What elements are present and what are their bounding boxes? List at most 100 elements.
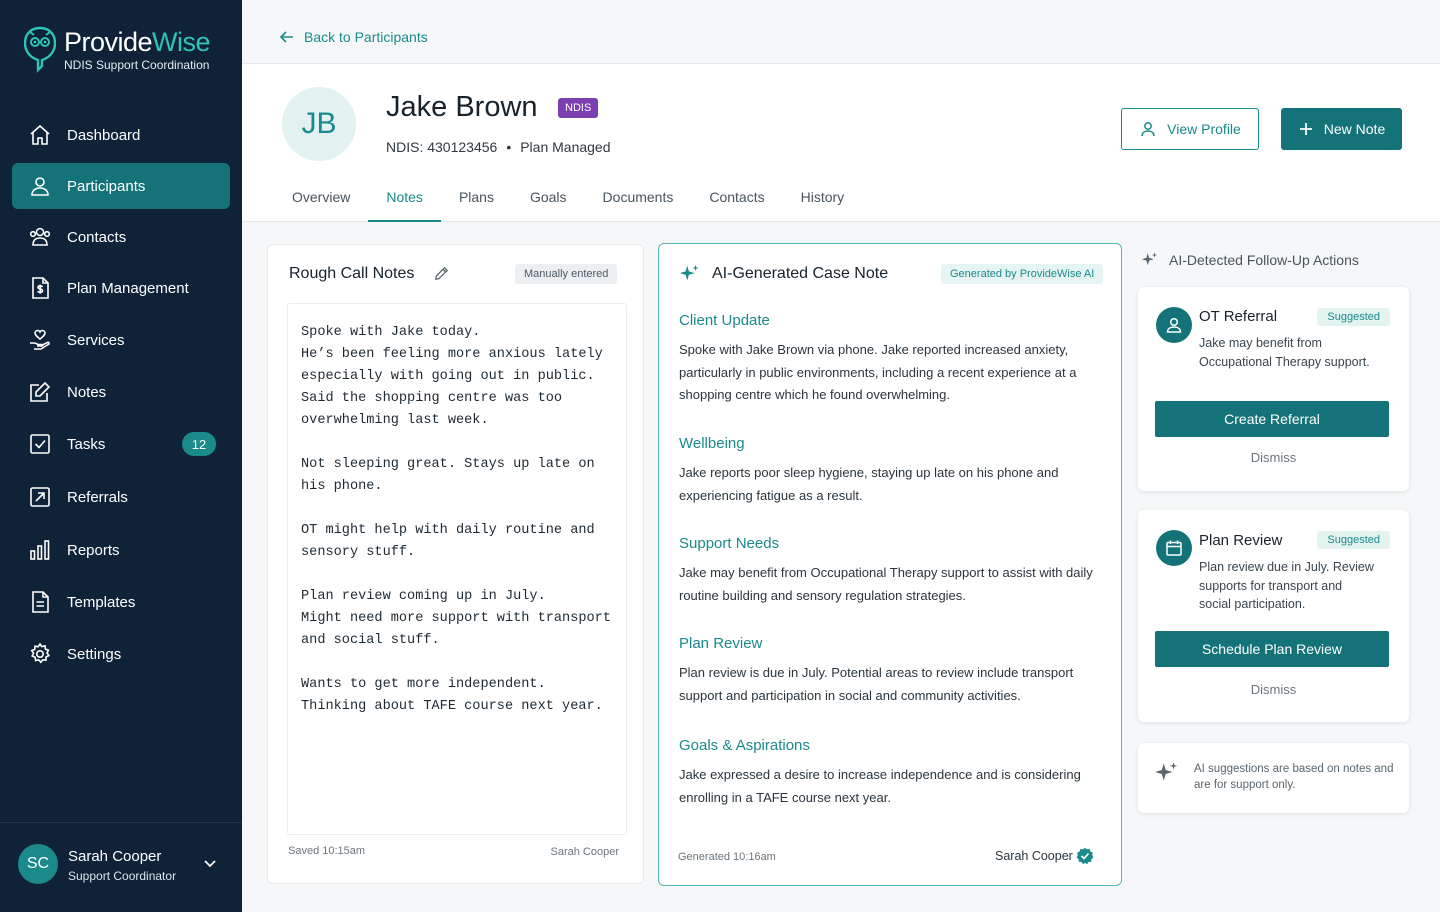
participant-header: JB Jake Brown NDIS NDIS: 430123456 • Plan … <box>242 64 1440 222</box>
edit-note-icon <box>28 380 52 404</box>
sidebar-item-referrals[interactable]: Referrals <box>12 474 230 520</box>
ai-note-author: Sarah Cooper <box>995 849 1073 863</box>
tab-goals[interactable]: Goals <box>512 184 585 222</box>
top-bar: Back to Participants <box>242 0 1440 64</box>
section-wellbeing: Wellbeing Jake reports poor sleep hygien… <box>679 435 1099 507</box>
followup-title: AI-Detected Follow-Up Actions <box>1169 252 1359 268</box>
user-role: Support Coordinator <box>68 869 177 883</box>
sidebar-item-label: Reports <box>67 541 120 559</box>
sidebar-item-label: Referrals <box>67 488 128 506</box>
plus-icon <box>1299 123 1312 135</box>
suggested-chip: Suggested <box>1317 531 1390 549</box>
section-heading: Support Needs <box>679 535 780 552</box>
ndis-badge: NDIS <box>558 98 599 118</box>
user-icon <box>1141 122 1155 137</box>
sidebar-item-label: Participants <box>67 177 146 195</box>
ai-disclaimer-text: AI suggestions are based on notes and ar… <box>1194 763 1394 791</box>
section-body: Jake reports poor sleep hygiene, staying… <box>679 465 1059 503</box>
sidebar: ProvideWise NDIS Support Coordination Da… <box>0 0 242 912</box>
rough-notes-textarea[interactable]: Spoke with Jake today. He’s been feeling… <box>287 303 627 835</box>
gear-icon <box>28 642 52 666</box>
tab-history[interactable]: History <box>783 184 863 222</box>
tab-overview[interactable]: Overview <box>274 184 368 222</box>
dismiss-button[interactable]: Dismiss <box>1138 450 1409 465</box>
participant-name: Jake Brown <box>386 91 538 123</box>
schedule-plan-review-button[interactable]: Schedule Plan Review <box>1155 631 1389 667</box>
action-description: Plan review due in July. Review supports… <box>1199 560 1374 611</box>
manually-entered-chip: Manually entered <box>515 264 618 284</box>
ai-case-note-card: AI-Generated Case Note Generated by Prov… <box>658 243 1122 886</box>
sparkle-icon <box>1141 252 1158 266</box>
user-icon <box>1156 307 1192 343</box>
meta-separator: • <box>506 139 512 155</box>
user-icon <box>28 174 52 198</box>
sidebar-item-notes[interactable]: Notes <box>12 369 230 415</box>
section-heading: Client Update <box>679 312 770 329</box>
brand-subtitle: NDIS Support Coordination <box>64 58 210 73</box>
rough-notes-text: Spoke with Jake today. He’s been feeling… <box>301 325 611 714</box>
sidebar-item-services[interactable]: Services <box>12 317 230 363</box>
ai-note-title: AI-Generated Case Note <box>712 265 889 282</box>
pencil-icon[interactable] <box>434 266 449 281</box>
sidebar-item-tasks[interactable]: Tasks 12 <box>12 421 230 467</box>
sidebar-item-dashboard[interactable]: Dashboard <box>12 112 230 158</box>
ndis-number: NDIS: 430123456 <box>386 139 498 155</box>
dismiss-button[interactable]: Dismiss <box>1138 682 1409 697</box>
plan-review-card: Plan Review Suggested Plan review due in… <box>1138 510 1409 722</box>
view-profile-button[interactable]: View Profile <box>1121 108 1259 150</box>
sidebar-item-label: Tasks <box>67 435 106 453</box>
sidebar-item-settings[interactable]: Settings <box>12 631 230 677</box>
rough-notes-title: Rough Call Notes <box>289 265 415 282</box>
section-goals-aspirations: Goals & Aspirations Jake expressed a des… <box>679 737 1099 809</box>
section-heading: Wellbeing <box>679 435 745 452</box>
section-body: Jake expressed a desire to increase inde… <box>679 767 1081 805</box>
chevron-down-icon[interactable] <box>200 853 220 873</box>
arrow-left-icon <box>279 31 293 43</box>
generated-timestamp: Generated 10:16am <box>678 851 776 863</box>
view-profile-label: View Profile <box>1167 121 1241 137</box>
sidebar-item-label: Contacts <box>67 228 127 246</box>
new-note-label: New Note <box>1323 121 1386 137</box>
plan-type: Plan Managed <box>520 139 611 155</box>
sidebar-item-participants[interactable]: Participants <box>12 163 230 209</box>
action-description: Jake may benefit from Occupational Thera… <box>1199 336 1370 369</box>
sidebar-item-templates[interactable]: Templates <box>12 579 230 625</box>
back-to-participants-link[interactable]: Back to Participants <box>278 28 428 46</box>
suggested-chip: Suggested <box>1317 308 1390 326</box>
verified-check-icon <box>1076 847 1094 865</box>
action-title: Plan Review <box>1199 532 1283 549</box>
tab-notes[interactable]: Notes <box>368 184 441 222</box>
tab-contacts[interactable]: Contacts <box>691 184 782 222</box>
action-title: OT Referral <box>1199 308 1278 325</box>
sidebar-item-label: Plan Management <box>67 279 189 297</box>
current-user-menu[interactable]: SC Sarah Cooper Support Coordinator <box>0 822 242 912</box>
new-note-button[interactable]: New Note <box>1281 108 1402 150</box>
section-body: Spoke with Jake Brown via phone. Jake re… <box>679 342 1077 402</box>
tab-plans[interactable]: Plans <box>441 184 512 222</box>
user-name: Sarah Cooper <box>68 848 162 865</box>
hand-heart-icon <box>28 328 52 352</box>
section-client-update: Client Update Spoke with Jake Brown via … <box>679 312 1099 407</box>
back-link-label: Back to Participants <box>304 29 428 45</box>
participant-avatar: JB <box>282 87 356 161</box>
sidebar-item-reports[interactable]: Reports <box>12 527 230 573</box>
tasks-count-badge: 12 <box>182 432 216 456</box>
create-referral-button[interactable]: Create Referral <box>1155 401 1389 437</box>
section-heading: Plan Review <box>679 635 763 652</box>
section-plan-review: Plan Review Plan review is due in July. … <box>679 635 1099 707</box>
sidebar-item-contacts[interactable]: Contacts <box>12 214 230 260</box>
rough-notes-author: Sarah Cooper <box>550 846 620 858</box>
document-icon <box>28 590 52 614</box>
participant-tabs: Overview Notes Plans Goals Documents Con… <box>274 184 862 222</box>
contacts-icon <box>28 225 52 249</box>
sidebar-item-label: Templates <box>67 593 136 611</box>
sidebar-item-plan-management[interactable]: Plan Management <box>12 265 230 311</box>
brand-logo-block[interactable]: ProvideWise NDIS Support Coordination <box>24 26 211 76</box>
followup-heading: AI-Detected Follow-Up Actions <box>1141 251 1359 269</box>
section-body: Plan review is due in July. Potential ar… <box>679 665 1074 703</box>
participant-meta: NDIS: 430123456 • Plan Managed <box>386 139 611 155</box>
ot-referral-card: OT Referral Suggested Jake may benefit f… <box>1138 287 1409 491</box>
tab-documents[interactable]: Documents <box>585 184 692 222</box>
rough-call-notes-card: Rough Call Notes Manually entered Spoke … <box>267 244 644 884</box>
home-icon <box>28 123 52 147</box>
